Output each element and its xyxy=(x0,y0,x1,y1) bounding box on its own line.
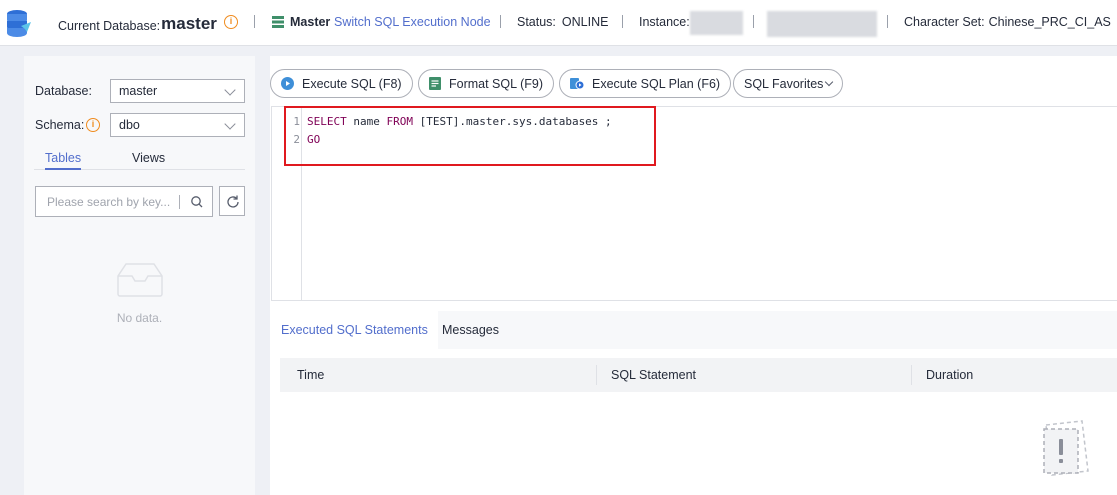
refresh-button[interactable] xyxy=(219,186,245,216)
column-divider[interactable] xyxy=(911,365,912,385)
empty-box-icon xyxy=(117,263,163,297)
current-database: Current Database: master xyxy=(58,14,217,36)
tab-views[interactable]: Views xyxy=(132,151,165,165)
database-select[interactable]: master xyxy=(110,79,245,103)
column-time: Time xyxy=(297,368,325,382)
schema-label: Schema: xyxy=(35,118,85,132)
charset-value: Chinese_PRC_CI_AS xyxy=(988,15,1111,29)
chevron-down-icon xyxy=(224,118,236,130)
format-sql-label: Format SQL (F9) xyxy=(449,76,543,91)
schema-select-value: dbo xyxy=(119,118,140,132)
empty-document-icon xyxy=(1043,420,1089,476)
current-database-label: Current Database: xyxy=(58,19,161,33)
chevron-down-icon xyxy=(224,84,236,96)
divider xyxy=(753,15,754,28)
search-input[interactable] xyxy=(36,187,174,216)
object-search xyxy=(35,186,213,217)
execution-node: Master xyxy=(272,15,330,29)
sql-workspace: Execute SQL (F8) Format SQL (F9) Execute… xyxy=(270,56,1117,495)
charset-label: Character Set: xyxy=(904,15,985,29)
tab-executed-sql[interactable]: Executed SQL Statements xyxy=(271,311,438,349)
database-label: Database: xyxy=(35,84,92,98)
column-sql-statement: SQL Statement xyxy=(611,368,696,382)
tab-tables[interactable]: Tables xyxy=(45,151,82,170)
info-icon[interactable]: i xyxy=(224,15,238,29)
chevron-down-icon xyxy=(825,77,834,86)
redacted-instance xyxy=(690,11,743,35)
divider xyxy=(622,15,623,28)
refresh-icon xyxy=(227,195,239,208)
results-table: Time SQL Statement Duration xyxy=(280,349,1117,495)
empty-state-text: No data. xyxy=(116,311,163,325)
object-tabs: Tables Views xyxy=(34,150,245,170)
execute-plan-label: Execute SQL Plan (F6) xyxy=(592,76,721,91)
execute-plan-button[interactable]: Execute SQL Plan (F6) xyxy=(559,69,732,98)
format-sql-button[interactable]: Format SQL (F9) xyxy=(418,69,554,98)
switch-node-link[interactable]: Switch SQL Execution Node xyxy=(334,15,491,29)
divider xyxy=(887,15,888,28)
node-icon xyxy=(272,16,284,28)
status: Status: ONLINE xyxy=(517,15,608,29)
annotation-highlight-box xyxy=(284,106,656,166)
divider xyxy=(179,195,180,209)
schema-select[interactable]: dbo xyxy=(110,113,245,137)
current-database-value: master xyxy=(161,14,217,33)
table-header: Time SQL Statement Duration xyxy=(280,358,1117,392)
divider xyxy=(254,15,255,28)
charset: Character Set: Chinese_PRC_CI_AS xyxy=(904,15,1111,29)
database-logo-icon xyxy=(7,10,31,37)
plan-icon xyxy=(570,78,584,90)
object-browser-panel: Database: master Schema: i dbo Tables Vi… xyxy=(24,56,255,495)
column-duration: Duration xyxy=(926,368,974,382)
status-label: Status: xyxy=(517,15,556,29)
execution-node-name: Master xyxy=(290,15,331,29)
sql-favorites-label: SQL Favorites xyxy=(744,76,824,91)
status-value: ONLINE xyxy=(561,15,609,29)
column-divider[interactable] xyxy=(596,365,597,385)
search-icon[interactable] xyxy=(190,195,204,209)
results-tabs: Executed SQL Statements Messages xyxy=(271,311,1117,349)
instance-label: Instance: xyxy=(639,15,690,29)
tab-messages[interactable]: Messages xyxy=(432,311,509,349)
database-select-value: master xyxy=(119,84,158,98)
execute-sql-label: Execute SQL (F8) xyxy=(302,76,402,91)
sql-favorites-dropdown[interactable]: SQL Favorites xyxy=(733,69,844,98)
divider xyxy=(500,15,501,28)
redacted-field xyxy=(767,11,877,37)
format-icon xyxy=(429,77,441,90)
play-icon xyxy=(281,77,294,90)
top-bar: Current Database: master i Master Switch… xyxy=(0,0,1117,46)
info-icon[interactable]: i xyxy=(86,118,100,132)
execute-sql-button[interactable]: Execute SQL (F8) xyxy=(270,69,413,98)
